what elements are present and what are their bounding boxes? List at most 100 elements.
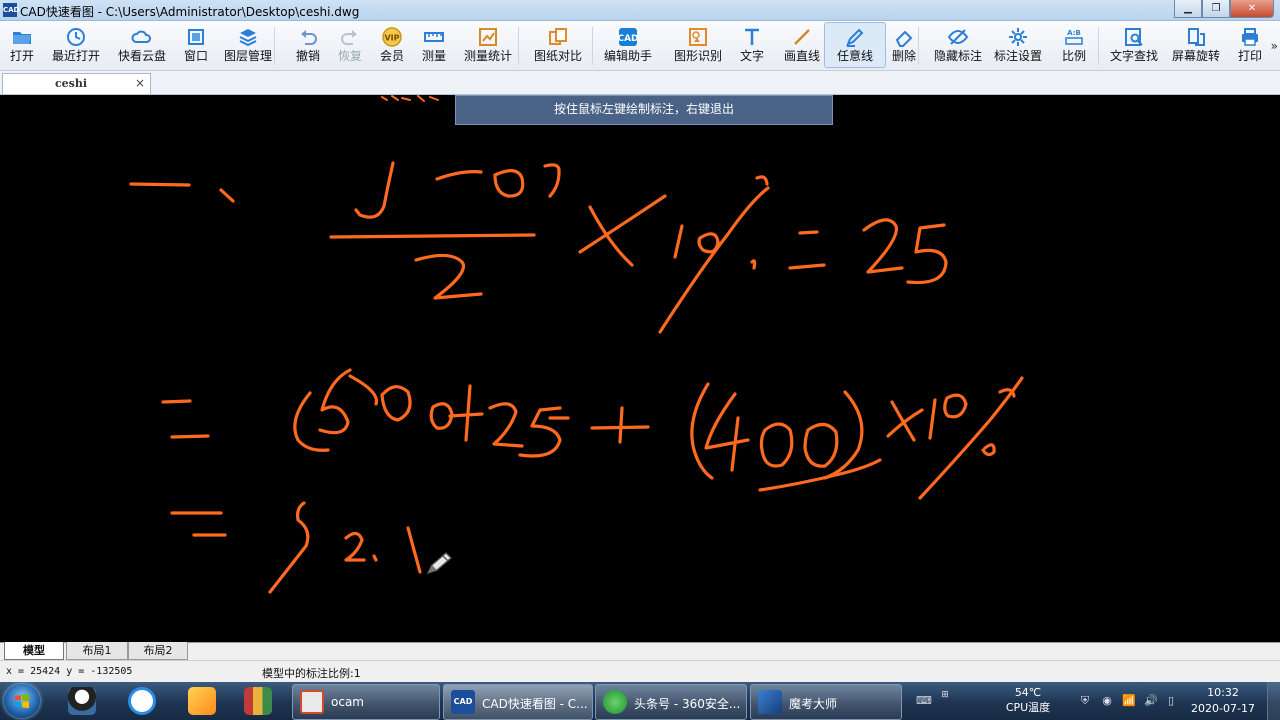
stroke-2b [862,218,904,274]
volume-icon[interactable]: 🔊 [1144,694,1158,708]
input-method-icon[interactable]: ⊞ [938,688,952,702]
stroke-1b [928,398,937,440]
task-mokao[interactable]: 魔考大师 [750,684,902,720]
toolbar-button-2[interactable]: 快看云盘 [112,23,172,67]
stroke-fraction-bar [329,233,536,239]
cad-icon: CAD [451,690,475,714]
show-desktop-button[interactable] [1267,682,1280,720]
toolbar-button-17[interactable]: 隐藏标注 [928,23,988,67]
stroke-pct-top [755,175,769,186]
stroke-5d [518,406,562,458]
stroke-0c [543,163,561,198]
baidu-netdisk-icon[interactable] [118,684,166,718]
stroke-2d [344,531,366,562]
stroke-1c [406,526,422,574]
window-title: CAD快速看图 - C:\Users\Administrator\Desktop… [20,5,360,19]
tab-layout1[interactable]: 布局1 [66,642,128,660]
task-cad-viewer[interactable]: CAD CAD快速看图 - C... [443,684,593,720]
maximize-button[interactable]: ❐ [1202,0,1230,18]
clock-icon [46,26,106,48]
eraser-icon [874,26,934,48]
toolbar-button-3[interactable]: 窗口 [166,23,226,67]
qq-icon[interactable] [58,684,106,718]
stroke-5e [268,501,310,594]
tab-layout2[interactable]: 布局2 [128,642,188,660]
drawing-canvas[interactable]: 按住鼠标左键绘制标注，右键退出 [0,95,1280,642]
ocam-icon [300,690,324,714]
toolbar-button-20[interactable]: 文字查找 [1104,23,1164,67]
cloud-icon [112,26,172,48]
minimize-button[interactable]: ▁ [1174,0,1202,18]
toolbar-button-label: 打开 [9,49,34,63]
svg-text:A:B: A:B [1067,29,1081,37]
toolbar-button-8[interactable]: 测量 [404,23,464,67]
stroke-slash [658,186,770,334]
toolbar-button-14[interactable]: 画直线 [772,23,832,67]
toolbar-button-0[interactable]: 打开 [0,23,52,67]
task-ocam[interactable]: ocam [292,684,440,720]
stroke-4a [704,392,750,450]
edit-helper-icon: CAD [598,26,658,48]
360-icon[interactable]: ◉ [1100,694,1114,708]
power-icon[interactable]: ▯ [1164,694,1178,708]
windows-logo-icon [15,693,29,709]
stroke-paren-open2 [690,382,714,480]
toolbar-overflow-icon[interactable]: » [1271,39,1278,53]
tab-model[interactable]: 模型 [4,642,64,660]
task-360-browser[interactable]: 头条号 - 360安全... [595,684,747,720]
toolbar-button-21[interactable]: 屏幕旋转 [1166,23,1226,67]
stroke-pct-bottom2 [981,443,996,457]
close-tab-icon[interactable]: × [135,76,145,90]
toolbar-button-label: 图层管理 [223,49,272,63]
toolbar-button-1[interactable]: 最近打开 [46,23,106,67]
measure-stats-icon [458,26,518,48]
layout-tabs-bar: 模型 布局1 布局2 [0,642,1280,661]
windows-taskbar: ocam CAD CAD快速看图 - C... 头条号 - 360安全... 魔… [0,682,1280,720]
toolbar-button-label: 删除 [891,49,916,63]
stroke-1 [673,224,684,259]
cursor-coordinates: x = 25424 y = -132505 [6,666,133,677]
toolbar-button-label: 屏幕旋转 [1171,49,1220,63]
toolbar-button-19[interactable]: A:B 比例 [1044,23,1104,67]
network-icon[interactable]: 📶 [1122,694,1136,708]
start-button[interactable] [4,684,40,718]
compare-icon [528,26,588,48]
scribble-mark [381,95,439,102]
document-tab-ceshi[interactable]: ceshi × [2,73,151,94]
toolbar-button-9[interactable]: 测量统计 [458,23,518,67]
keyboard-icon[interactable]: ⌨ [916,694,932,708]
stroke-plus-a [464,384,472,442]
handwritten-annotations [129,95,1024,594]
stroke-0 [697,232,720,254]
ruler-icon [404,26,464,48]
rotate-icon [1166,26,1226,48]
stroke-plus-b [448,412,484,418]
task-label: ocam [331,695,364,709]
shield-icon[interactable]: ⛨ [1078,694,1092,708]
close-button[interactable]: ✕ [1230,0,1274,18]
winrar-icon[interactable] [234,684,282,718]
document-tab-bar: ceshi × [0,71,1280,95]
window-controls: ▁ ❐ ✕ [1174,0,1274,18]
toolbar-button-label: 测量 [421,49,446,63]
line-icon [772,26,832,48]
toolbar-button-label: 文字查找 [1109,49,1158,63]
toolbar-button-label: 画直线 [783,49,820,63]
toolbar-button-12[interactable]: 图形识别 [668,23,728,67]
stroke-paren-close [823,390,864,480]
toolbar-button-11[interactable]: CAD 编辑助手 [598,23,658,67]
toolbar-separator [1098,27,1099,65]
toolbar-button-4[interactable]: 图层管理 [218,23,278,67]
toolbar-button-10[interactable]: 图纸对比 [528,23,588,67]
toolbar-button-18[interactable]: 标注设置 [988,23,1048,67]
shape-recognize-icon [668,26,728,48]
toolbar-button-16[interactable]: 删除 [874,23,934,67]
main-toolbar: 打开 最近打开 快看云盘 窗口 图层管理 撤销 恢复 VIP 会员 测量 测量统计 图纸对比 CAD 编辑… [0,21,1280,71]
mokao-icon [758,690,782,714]
cpu-temperature[interactable]: 54℃ CPU温度 [1000,685,1056,715]
toolbar-separator [918,27,919,65]
system-clock[interactable]: 10:32 2020-07-17 [1188,685,1258,717]
toolbar-button-label: 隐藏标注 [933,49,982,63]
title-bar: CAD CAD快速看图 - C:\Users\Administrator\Des… [0,0,1280,21]
app-k-icon[interactable] [178,684,226,718]
